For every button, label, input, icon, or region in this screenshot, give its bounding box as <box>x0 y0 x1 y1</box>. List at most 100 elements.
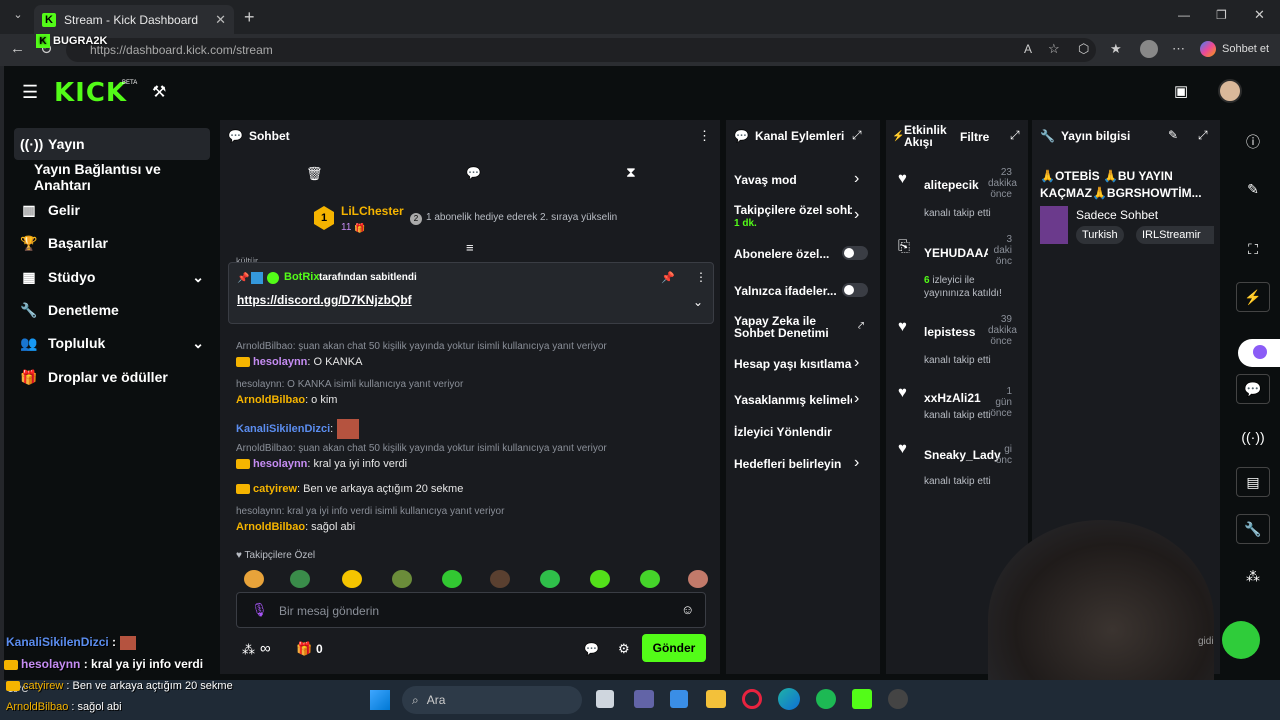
emoji-icon[interactable]: ☺ <box>681 602 694 617</box>
favorite-star-icon[interactable]: ☆ <box>1048 41 1060 57</box>
sidebar-item-stream-key[interactable]: Yayın Bağlantısı ve Anahtarı <box>14 161 210 193</box>
chat-username[interactable]: hesolaynn <box>253 458 307 470</box>
capture-icon[interactable]: ⛶ <box>1236 234 1270 264</box>
read-aloud-icon[interactable]: A <box>1024 42 1032 56</box>
emote[interactable] <box>290 570 310 588</box>
activity-username[interactable]: xxHzAli21 <box>924 391 981 405</box>
hammer-icon[interactable]: ⚒ <box>152 82 166 102</box>
filter-button[interactable]: Filtre <box>960 130 989 144</box>
leader-name[interactable]: LiLChester <box>341 204 404 218</box>
edge-icon[interactable] <box>778 688 800 710</box>
collapse-leaderboard-icon[interactable]: ≡ <box>466 240 474 255</box>
chat-rail-icon[interactable]: 💬 <box>1236 374 1270 404</box>
chat-username[interactable]: hesolaynn <box>253 356 307 368</box>
headset-icon[interactable] <box>1222 621 1260 659</box>
sidebar-item-yayin[interactable]: ((·)) Yayın <box>14 128 210 160</box>
popout-icon[interactable]: ⤢ <box>1010 128 1020 143</box>
copilot-button[interactable]: Sohbet et <box>1200 41 1269 57</box>
obs-icon[interactable] <box>888 689 908 709</box>
spotify-icon[interactable] <box>816 689 836 709</box>
sidebar-item-topluluk[interactable]: 👥 Topluluk ⌄ <box>14 327 210 359</box>
chat-settings-icon[interactable]: ⚙ <box>618 641 630 657</box>
emote[interactable] <box>640 570 660 588</box>
emote[interactable] <box>392 570 412 588</box>
close-window-icon[interactable]: ✕ <box>1254 7 1265 23</box>
chat-popout-icon[interactable]: 💬 <box>584 642 599 656</box>
tag-chip[interactable]: IRLStreamir <box>1136 226 1214 244</box>
chevron-right-icon[interactable]: › <box>854 354 859 372</box>
windows-start-icon[interactable] <box>370 690 390 710</box>
emotes-only-toggle[interactable] <box>842 283 868 297</box>
chat-mode-icon[interactable]: 💬 <box>466 166 481 180</box>
dashboard-rail-icon[interactable]: ▤ <box>1236 467 1270 497</box>
store-icon[interactable] <box>670 690 688 708</box>
emote[interactable] <box>342 570 362 588</box>
hamburger-menu-icon[interactable]: ☰ <box>22 82 38 103</box>
teams-icon[interactable] <box>634 690 654 708</box>
external-link-icon[interactable]: ⤤ <box>858 320 864 333</box>
sidebar-item-studyo[interactable]: ▦ Stüdyo ⌄ <box>14 261 210 293</box>
chat-username[interactable]: ArnoldBilbao <box>236 394 305 406</box>
activity-username[interactable]: lepistess <box>924 325 975 339</box>
sidebar-item-gelir[interactable]: ▥ Gelir <box>14 194 210 226</box>
emote[interactable] <box>590 570 610 588</box>
emote-tab-label[interactable]: ♥ Takipçilere Özel <box>236 550 315 561</box>
chevron-right-icon[interactable]: › <box>854 390 859 408</box>
user-avatar[interactable] <box>1218 79 1242 103</box>
emote[interactable] <box>540 570 560 588</box>
activity-username[interactable]: alitepecik <box>924 178 979 192</box>
tab-list-icon[interactable]: ⌄ <box>8 8 28 26</box>
more-menu-icon[interactable]: ⋯ <box>1172 41 1185 57</box>
maximize-icon[interactable]: ❐ <box>1216 8 1227 22</box>
tag-chip[interactable]: Turkish <box>1076 226 1124 244</box>
kick-app-icon[interactable] <box>852 689 872 709</box>
info-icon[interactable]: ⓘ <box>1236 127 1270 157</box>
url-input[interactable]: https://dashboard.kick.com/stream <box>66 38 1096 62</box>
sidebar-item-droplar[interactable]: 🎁 Droplar ve ödüller <box>14 361 210 393</box>
microphone-icon[interactable]: 🎙 <box>251 602 268 618</box>
theater-mode-icon[interactable]: ▣ <box>1174 82 1188 100</box>
wrench-rail-icon[interactable]: 🔧 <box>1236 514 1270 544</box>
browser-tab[interactable]: K Stream - Kick Dashboard ✕ <box>34 5 234 34</box>
chat-username[interactable]: ArnoldBilbao <box>236 521 305 533</box>
popout-icon[interactable]: ⤢ <box>852 128 862 143</box>
edit-pencil-icon[interactable]: ✎ <box>1168 128 1178 142</box>
kick-logo[interactable]: KICK <box>54 78 127 108</box>
sidebar-item-denetleme[interactable]: 🔧 Denetleme <box>14 294 210 326</box>
trash-icon[interactable]: 🗑 <box>306 166 323 182</box>
activity-username[interactable]: YEHUDAAA <box>924 246 988 260</box>
favorites-icon[interactable]: ★ <box>1110 41 1122 57</box>
chat-username[interactable]: KanaliSikilenDizci <box>236 423 330 435</box>
subscribers-only-toggle[interactable] <box>842 246 868 260</box>
chevron-right-icon[interactable]: › <box>854 206 859 224</box>
send-button[interactable]: Gönder <box>642 634 706 662</box>
minimize-icon[interactable]: — <box>1178 8 1190 22</box>
taskbar-search[interactable]: ⌕ Ara <box>402 686 582 714</box>
chat-input[interactable]: 🎙 Bir mesaj gönderin ☺ <box>236 592 706 628</box>
sidebar-item-basarilar[interactable]: 🏆 Başarılar <box>14 227 210 259</box>
chat-more-icon[interactable]: ⋮ <box>698 128 711 144</box>
emote[interactable] <box>490 570 510 588</box>
chevron-right-icon[interactable]: › <box>854 454 859 472</box>
hourglass-icon[interactable]: ⧗ <box>626 164 636 181</box>
task-view-icon[interactable] <box>596 690 614 708</box>
emote[interactable] <box>244 570 264 588</box>
opera-icon[interactable] <box>742 689 762 709</box>
pinned-more-icon[interactable]: ⋮ <box>695 270 707 284</box>
category-name[interactable]: Sadece Sohbet <box>1076 208 1158 222</box>
broadcast-rail-icon[interactable]: ((·)) <box>1236 422 1270 452</box>
profile-avatar[interactable] <box>1140 40 1158 58</box>
community-rail-icon[interactable]: ⁂ <box>1236 561 1270 591</box>
edit-icon[interactable]: ✎ <box>1236 174 1270 204</box>
extensions-icon[interactable]: ⬡ <box>1078 41 1089 57</box>
expand-pinned-icon[interactable]: ⌄ <box>693 295 703 309</box>
pinned-link[interactable]: https://discord.gg/D7KNjzbQbf <box>237 293 412 307</box>
chevron-right-icon[interactable]: › <box>854 170 859 188</box>
unpin-icon[interactable]: 📌 <box>661 271 675 284</box>
popout-icon[interactable]: ⤢ <box>1198 128 1208 143</box>
assistant-button[interactable] <box>1238 339 1280 367</box>
emote[interactable] <box>442 570 462 588</box>
gift-count-icon[interactable]: 🎁 <box>296 641 312 657</box>
emote[interactable] <box>688 570 708 588</box>
close-tab-icon[interactable]: ✕ <box>215 12 226 28</box>
